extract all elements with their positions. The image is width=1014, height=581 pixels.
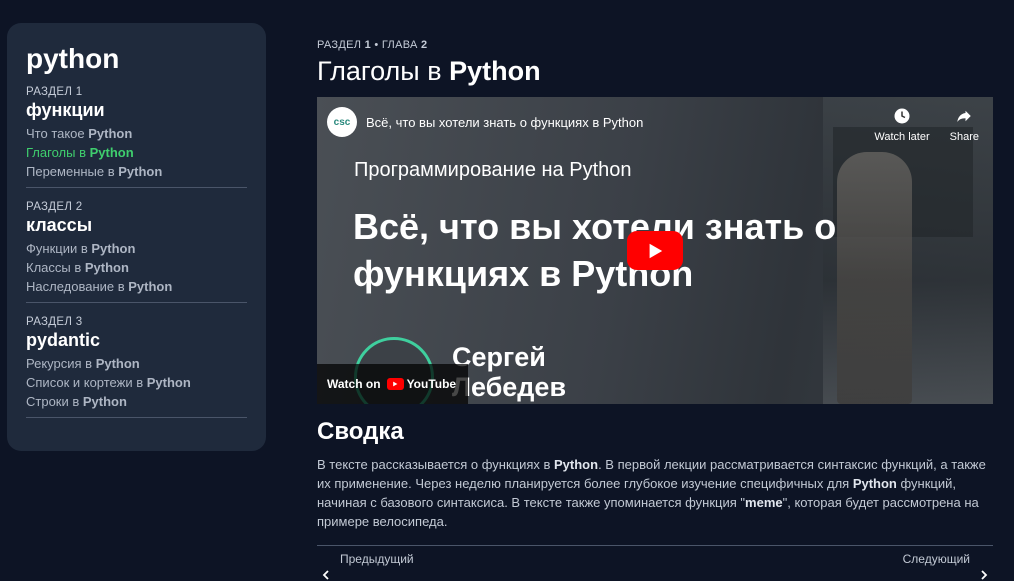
watch-on-label: Watch on (327, 377, 381, 391)
sidebar-item-variables[interactable]: Переменные в Python (26, 162, 247, 181)
previous-chapter-link[interactable]: Предыдущий (317, 552, 414, 580)
item-text: Функции в (26, 241, 92, 256)
item-text: Строки в (26, 394, 83, 409)
video-author: Сергей Лебедев (452, 342, 566, 402)
chevron-left-icon (322, 570, 329, 580)
sidebar-item-classes[interactable]: Классы в Python (26, 258, 247, 277)
sidebar-item-what-is-python[interactable]: Что такое Python (26, 124, 247, 143)
channel-logo[interactable]: csc (327, 107, 357, 137)
main-content: РАЗДЕЛ 1 • ГЛАВА 2 Глаголы в Python csc … (317, 38, 994, 581)
video-actions: Watch later Share (874, 107, 979, 143)
chapter-pager: Предыдущий Следующий (317, 546, 993, 581)
item-text: Классы в (26, 260, 85, 275)
section-kicker: РАЗДЕЛ 1 (26, 86, 83, 98)
clock-icon (894, 108, 910, 124)
summary-part: В тексте рассказывается о функциях в (317, 457, 555, 472)
section-title: pydantic (26, 330, 101, 350)
title-text: Глаголы в (317, 56, 450, 86)
item-keyword: Python (95, 356, 140, 371)
author-last-name: Лебедев (452, 372, 567, 402)
summary-keyword: Python (554, 457, 599, 472)
previous-label: Предыдущий (340, 552, 414, 566)
kicker-number: 2 (420, 39, 428, 51)
kicker-text: • ГЛАВА (371, 39, 421, 51)
item-keyword: Python (146, 375, 191, 390)
item-text: Рекурсия в (26, 356, 96, 371)
summary-keyword: Python (852, 476, 897, 491)
sidebar-section-2: РАЗДЕЛ 2 классы Функции в Python Классы … (26, 200, 247, 303)
item-keyword: Python (88, 126, 133, 141)
page-title: Глаголы в Python (317, 53, 994, 89)
course-title: python (26, 43, 120, 74)
item-keyword: Python (128, 279, 173, 294)
item-keyword: Python (84, 260, 129, 275)
section-title: функции (26, 100, 105, 120)
course-sidebar: python РАЗДЕЛ 1 функции Что такое Python… (7, 23, 266, 451)
watch-later-label: Watch later (874, 131, 930, 143)
item-text: Наследование в (26, 279, 129, 294)
chapter-kicker: РАЗДЕЛ 1 • ГЛАВА 2 (317, 38, 994, 52)
video-header: csc Всё, что вы хотели знать о функциях … (327, 107, 643, 137)
item-text: Что такое (26, 126, 89, 141)
summary-title: Сводка (317, 418, 404, 445)
sidebar-section-1: РАЗДЕЛ 1 функции Что такое Python Глагол… (26, 85, 247, 188)
video-title[interactable]: Всё, что вы хотели знать о функциях в Py… (366, 115, 643, 130)
sidebar-item-strings[interactable]: Строки в Python (26, 392, 247, 411)
item-text: Переменные в (26, 164, 119, 179)
sidebar-item-functions[interactable]: Функции в Python (26, 239, 247, 258)
item-keyword: Python (118, 164, 163, 179)
share-icon (957, 110, 972, 122)
section-kicker: РАЗДЕЛ 2 (26, 201, 83, 213)
play-icon (649, 243, 663, 258)
section-title: классы (26, 215, 93, 235)
video-subtitle: Программирование на Python (354, 159, 632, 181)
next-label: Следующий (902, 552, 970, 566)
sidebar-item-lists-tuples[interactable]: Список и кортежи в Python (26, 373, 247, 392)
share-button[interactable]: Share (950, 107, 979, 143)
video-player[interactable]: csc Всё, что вы хотели знать о функциях … (317, 97, 993, 404)
next-chapter-link[interactable]: Следующий (902, 552, 993, 580)
item-keyword: Python (82, 394, 127, 409)
play-button[interactable] (627, 231, 683, 270)
item-text: Список и кортежи в (26, 375, 147, 390)
item-keyword: Python (91, 241, 136, 256)
watch-later-button[interactable]: Watch later (874, 107, 930, 143)
sidebar-item-inheritance[interactable]: Наследование в Python (26, 277, 247, 296)
item-text: Глаголы в (26, 145, 90, 160)
video-headline: Всё, что вы хотели знать о функциях в Py… (353, 206, 837, 294)
chevron-right-icon (981, 570, 988, 580)
summary-text: В тексте рассказывается о функциях в Pyt… (317, 455, 993, 531)
section-kicker: РАЗДЕЛ 3 (26, 316, 83, 328)
author-first-name: Сергей (452, 342, 546, 372)
sidebar-section-3: РАЗДЕЛ 3 pydantic Рекурсия в Python Спис… (26, 315, 247, 418)
youtube-icon (386, 378, 404, 390)
sidebar-item-verbs-active[interactable]: Глаголы в Python (26, 143, 247, 162)
share-label: Share (949, 131, 979, 143)
watch-on-youtube-button[interactable]: Watch on YouTube (317, 364, 469, 404)
title-keyword: Python (449, 56, 541, 86)
sidebar-item-recursion[interactable]: Рекурсия в Python (26, 354, 247, 373)
summary-keyword: meme (745, 495, 783, 510)
kicker-text: РАЗДЕЛ (317, 39, 365, 51)
youtube-logo: YouTube (386, 377, 457, 391)
youtube-wordmark: YouTube (406, 377, 457, 391)
item-keyword: Python (89, 145, 134, 160)
